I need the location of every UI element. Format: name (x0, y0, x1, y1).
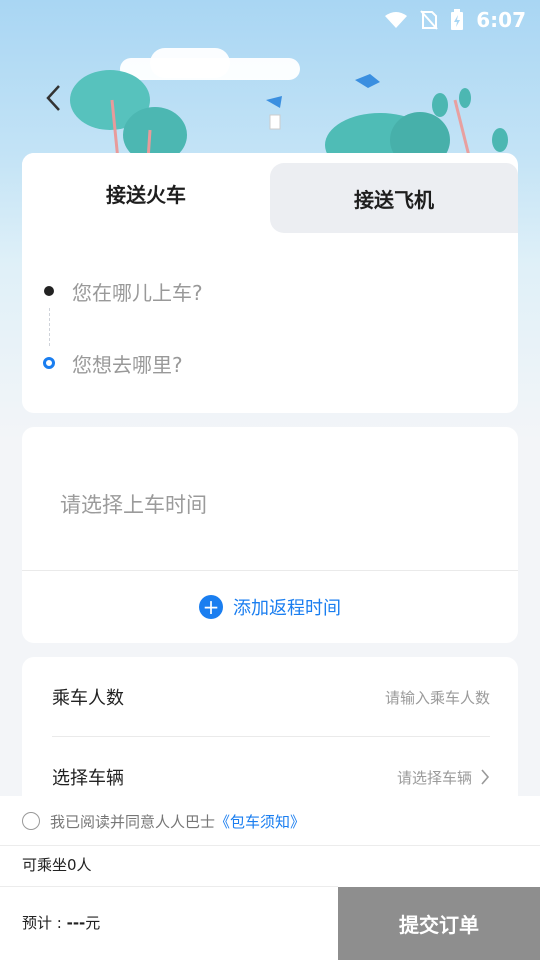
tab-airport-transfer[interactable]: 接送飞机 (270, 163, 518, 233)
tab-label: 接送火车 (106, 182, 186, 207)
capacity-text: 可乘坐0人 (22, 856, 92, 874)
dropoff-dot-icon (43, 357, 55, 369)
submit-order-button[interactable]: 提交订单 (338, 887, 540, 960)
plus-circle-icon: + (199, 595, 223, 619)
passenger-count-input[interactable]: 请输入乘车人数 (385, 687, 490, 708)
pickup-dot-icon (44, 286, 54, 296)
price-estimate: 预计 : ---元 (22, 912, 100, 933)
time-card: 请选择上车时间 + 添加返程时间 (22, 427, 518, 643)
back-button[interactable] (38, 80, 68, 116)
vehicle-label: 选择车辆 (52, 768, 124, 789)
no-sim-icon (420, 10, 438, 30)
vehicle-select[interactable]: 请选择车辆 (397, 767, 490, 788)
submit-label: 提交订单 (399, 913, 479, 937)
divider (0, 886, 338, 887)
bottom-bar: 我已阅读并同意人人巴士《包车须知》 可乘坐0人 预计 : ---元 提交订单 (0, 796, 540, 960)
pickup-time-field[interactable]: 请选择上车时间 (60, 489, 207, 519)
estimate-label: 预计 : (22, 914, 67, 932)
tab-train-transfer[interactable]: 接送火车 (22, 153, 270, 233)
passenger-card: 乘车人数 请输入乘车人数 选择车辆 请选择车辆 (22, 657, 518, 817)
dropoff-placeholder: 您想去哪里? (72, 352, 183, 377)
route-connector (49, 308, 50, 346)
vehicle-placeholder: 请选择车辆 (396, 768, 472, 787)
dropoff-location-field[interactable]: 您想去哪里? (43, 343, 183, 383)
chevron-right-icon (481, 769, 490, 785)
add-return-label: 添加返程时间 (233, 598, 341, 619)
divider (0, 845, 540, 846)
tab-label: 接送飞机 (354, 187, 434, 212)
wifi-icon (385, 12, 408, 28)
pickup-location-field[interactable]: 您在哪儿上车? (44, 271, 203, 311)
agreement-checkbox[interactable] (22, 812, 40, 830)
chevron-left-icon (46, 85, 60, 111)
battery-charging-icon (451, 9, 464, 30)
status-bar: 6:07 (0, 0, 540, 40)
add-return-time-button[interactable]: + 添加返程时间 (22, 571, 518, 643)
passenger-count-label: 乘车人数 (52, 688, 124, 709)
passenger-count-row[interactable]: 乘车人数 请输入乘车人数 (52, 657, 490, 737)
estimate-unit: 元 (85, 914, 101, 932)
agreement-text: 我已阅读并同意人人巴士 (50, 812, 216, 831)
pickup-placeholder: 您在哪儿上车? (72, 280, 203, 305)
route-card: 接送飞机 接送火车 您在哪儿上车? 您想去哪里? (22, 153, 518, 413)
agreement-link[interactable]: 《包车须知》 (215, 813, 305, 831)
agreement-row: 我已阅读并同意人人巴士《包车须知》 (22, 806, 305, 836)
estimate-price: --- (66, 914, 86, 932)
status-time: 6:07 (476, 8, 526, 32)
